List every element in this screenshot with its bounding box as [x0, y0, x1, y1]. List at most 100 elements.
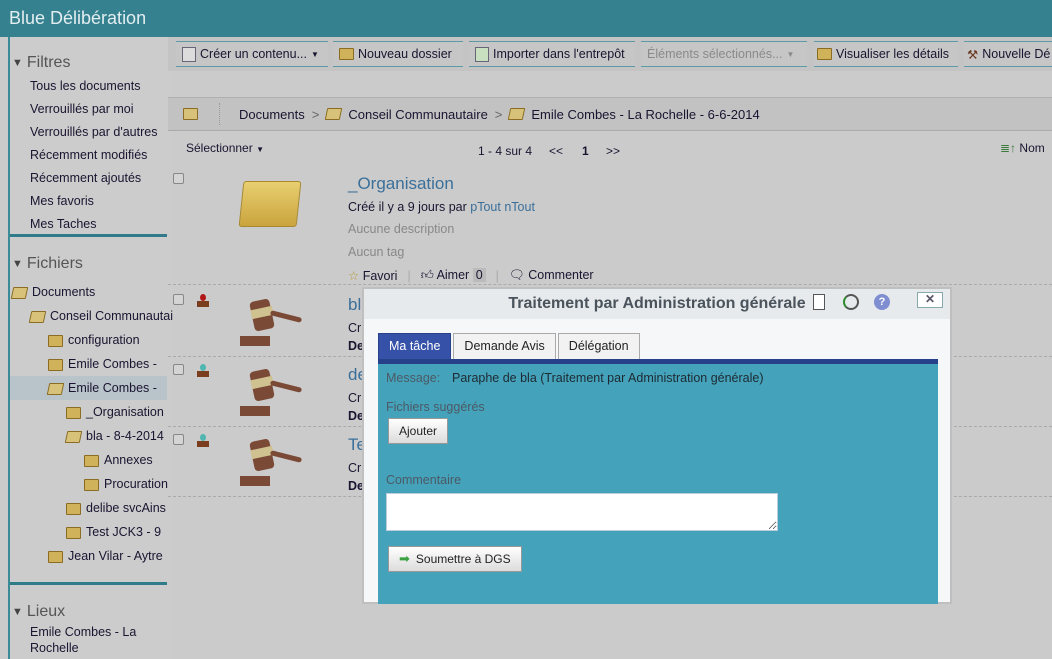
tree-item-label: Emile Combes - [68, 357, 157, 371]
close-button[interactable]: ✕ [917, 292, 943, 308]
filter-item[interactable]: Récemment modifiés [10, 144, 167, 167]
tree-item[interactable]: Emile Combes - [48, 353, 157, 376]
tree-item-label: delibe svcAins [86, 501, 166, 515]
tab-demande-avis[interactable]: Demande Avis [453, 333, 556, 359]
page-range: 1 - 4 sur 4 [478, 144, 533, 158]
tree-item[interactable]: Jean Vilar - Aytre [48, 545, 163, 568]
next-page-link[interactable]: >> [606, 144, 620, 158]
row-checkbox[interactable] [173, 294, 184, 305]
tree-item[interactable]: Conseil Communautaire [28, 305, 173, 328]
folder-open-icon [10, 286, 29, 299]
gavel-icon[interactable] [240, 298, 304, 348]
divider: | [495, 268, 499, 283]
places-section: ▼ Lieux Emile Combes - La Rochelle [10, 600, 167, 656]
caret-down-icon: ▼ [256, 145, 264, 154]
filter-item[interactable]: Tous les documents [10, 75, 167, 98]
gavel-icon: ⚒ [967, 47, 979, 62]
tree-item[interactable]: Procuration [84, 473, 168, 496]
gavel-icon[interactable] [240, 438, 304, 488]
like-button[interactable]: 👍︎ Aimer 0 [421, 268, 486, 283]
import-button[interactable]: Importer dans l'entrepôt [469, 41, 635, 67]
separator: > [494, 106, 503, 122]
dialog-title: Traitement par Administration générale [508, 295, 806, 312]
filters-toggle[interactable]: ▼ Filtres [10, 51, 167, 75]
new-deliberation-button[interactable]: ⚒ Nouvelle Dé [964, 41, 1052, 67]
view-details-button[interactable]: Visualiser les détails [814, 41, 958, 67]
tree-item[interactable]: Documents [10, 281, 95, 304]
triangle-down-icon: ▼ [12, 57, 23, 69]
tab-delegation[interactable]: Délégation [557, 333, 640, 359]
caret-down-icon: ▼ [786, 49, 795, 59]
suggested-files-label: Fichiers suggérés [386, 400, 485, 414]
tree-item[interactable]: Emile Combes - [46, 377, 157, 400]
filter-item[interactable]: Mes favoris [10, 190, 167, 213]
breadcrumb-documents[interactable]: Documents [239, 107, 305, 122]
folder-icon [48, 358, 63, 371]
app-header: Blue Délibération [0, 0, 1052, 37]
select-dropdown[interactable]: Sélectionner ▼ [186, 141, 264, 155]
tree-item[interactable]: delibe svcAins [66, 497, 166, 520]
tree-item[interactable]: bla - 8-4-2014 [64, 425, 164, 448]
help-icon[interactable]: ? [874, 294, 890, 310]
tree-item[interactable]: configuration [48, 329, 140, 352]
triangle-down-icon: ▼ [12, 606, 23, 618]
submit-dgs-button[interactable]: ➡ Soumettre à DGS [388, 546, 522, 572]
row-checkbox[interactable] [173, 173, 184, 184]
divider: | [407, 268, 411, 283]
document-icon[interactable] [813, 294, 825, 310]
tree-item-label: Jean Vilar - Aytre [68, 549, 163, 563]
gavel-icon[interactable] [240, 368, 304, 418]
history-icon[interactable] [843, 294, 859, 310]
breadcrumb-conseil[interactable]: Conseil Communautaire [348, 107, 487, 122]
sidebar: ▼ Filtres Tous les documents Verrouillés p… [8, 37, 173, 659]
comment-icon: 🗨︎ [508, 268, 525, 282]
thumb-up-icon: 👍︎ [420, 268, 434, 282]
selected-items-button[interactable]: Éléments sélectionnés... ▼ [641, 41, 807, 67]
like-label: Aimer [436, 268, 470, 282]
folder-icon [66, 502, 81, 515]
app-title: Blue Délibération [9, 8, 147, 28]
filter-item[interactable]: Verrouillés par moi [10, 98, 167, 121]
tree-item[interactable]: Annexes [84, 449, 153, 472]
tree-item[interactable]: _Organisation [66, 401, 164, 424]
row-checkbox[interactable] [173, 364, 184, 375]
place-label: Emile Combes - La [30, 625, 137, 639]
new-document-icon [182, 46, 196, 62]
arrow-right-icon: ➡ [399, 551, 410, 566]
star-icon: ☆ [348, 269, 360, 283]
comment-textarea[interactable] [386, 493, 778, 531]
new-folder-button[interactable]: Nouveau dossier [333, 41, 463, 67]
create-content-button[interactable]: Créer un contenu... ▼ [176, 41, 328, 67]
filter-item[interactable]: Récemment ajoutés [10, 167, 167, 190]
parent-folder-icon[interactable] [183, 108, 198, 120]
item-tags: Aucun tag [348, 245, 405, 259]
places-toggle[interactable]: ▼ Lieux [10, 600, 167, 624]
tab-ma-tache[interactable]: Ma tâche [378, 333, 452, 359]
item-title[interactable]: bl [348, 295, 361, 315]
filter-item[interactable]: Verrouillés par d'autres [10, 121, 167, 144]
toolbar: Créer un contenu... ▼ Nouveau dossier Imp… [168, 37, 1052, 71]
triangle-down-icon: ▼ [12, 258, 23, 270]
favorite-button[interactable]: ☆ Favori [348, 268, 397, 283]
created-text: Créé il y a 9 jours par [348, 200, 471, 214]
breadcrumb-current: Emile Combes - La Rochelle - 6-6-2014 [531, 106, 760, 122]
item-title[interactable]: _Organisation [348, 174, 454, 194]
new-folder-icon [339, 48, 354, 60]
folder-icon [48, 334, 63, 347]
details-icon [817, 48, 832, 60]
sort-button[interactable]: ≣↑ Nom [1000, 141, 1045, 155]
prev-page-link[interactable]: << [549, 144, 563, 158]
folder-thumbnail-icon[interactable] [238, 181, 302, 227]
select-label: Sélectionner [186, 141, 253, 155]
comment-button[interactable]: 🗨︎ Commenter [509, 268, 594, 283]
place-item[interactable]: Emile Combes - La Rochelle [10, 624, 167, 656]
button-label: Soumettre à DGS [415, 552, 511, 566]
files-section: ▼ Fichiers [10, 252, 167, 276]
row-checkbox[interactable] [173, 434, 184, 445]
files-toggle[interactable]: ▼ Fichiers [10, 252, 167, 276]
divider [219, 103, 220, 125]
filter-item[interactable]: Mes Taches [10, 213, 167, 236]
add-file-button[interactable]: Ajouter [388, 418, 449, 444]
author-link[interactable]: pTout nTout [470, 200, 535, 214]
tree-item[interactable]: Test JCK3 - 9 [66, 521, 161, 544]
